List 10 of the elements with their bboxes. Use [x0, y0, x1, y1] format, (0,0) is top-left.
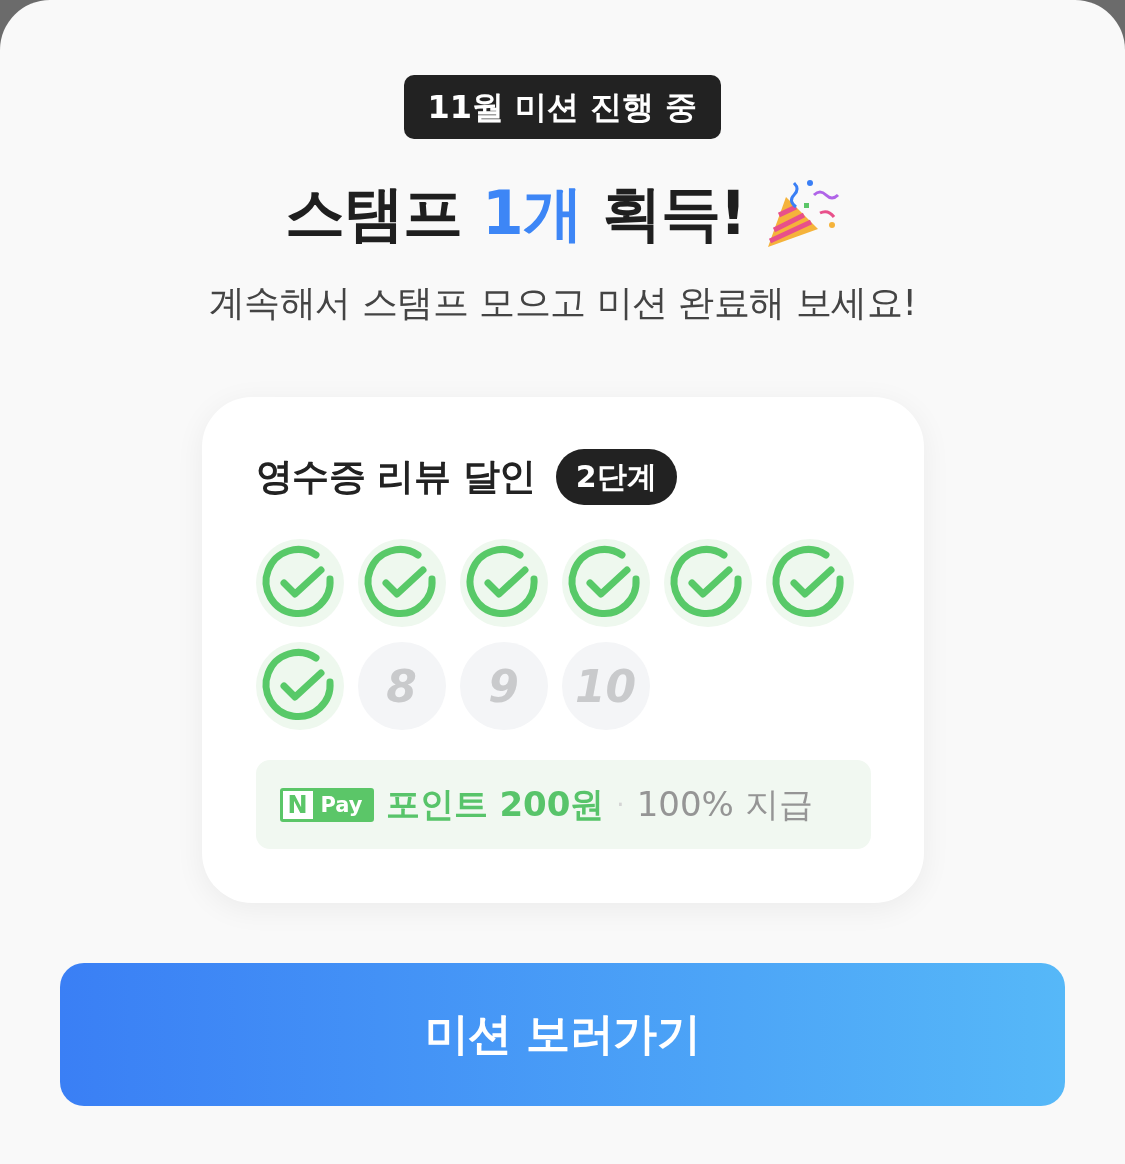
reward-rate: 100% 지급 [636, 782, 813, 826]
pay-logo: N Pay [279, 787, 374, 822]
mission-button[interactable]: 미션 보러가기 [60, 963, 1065, 1106]
reward-points: 포인트 200원 [385, 782, 605, 826]
mission-badge: 11월 미션 진행 중 [403, 75, 722, 139]
card-title: 영수증 리뷰 달인 [255, 454, 536, 500]
level-badge: 2단계 [555, 449, 677, 505]
title: 스탬프 1개 획득! [285, 177, 746, 250]
subtitle: 계속해서 스탬프 모으고 미션 완료해 보세요! [208, 281, 917, 325]
separator-dot: · [616, 789, 625, 820]
